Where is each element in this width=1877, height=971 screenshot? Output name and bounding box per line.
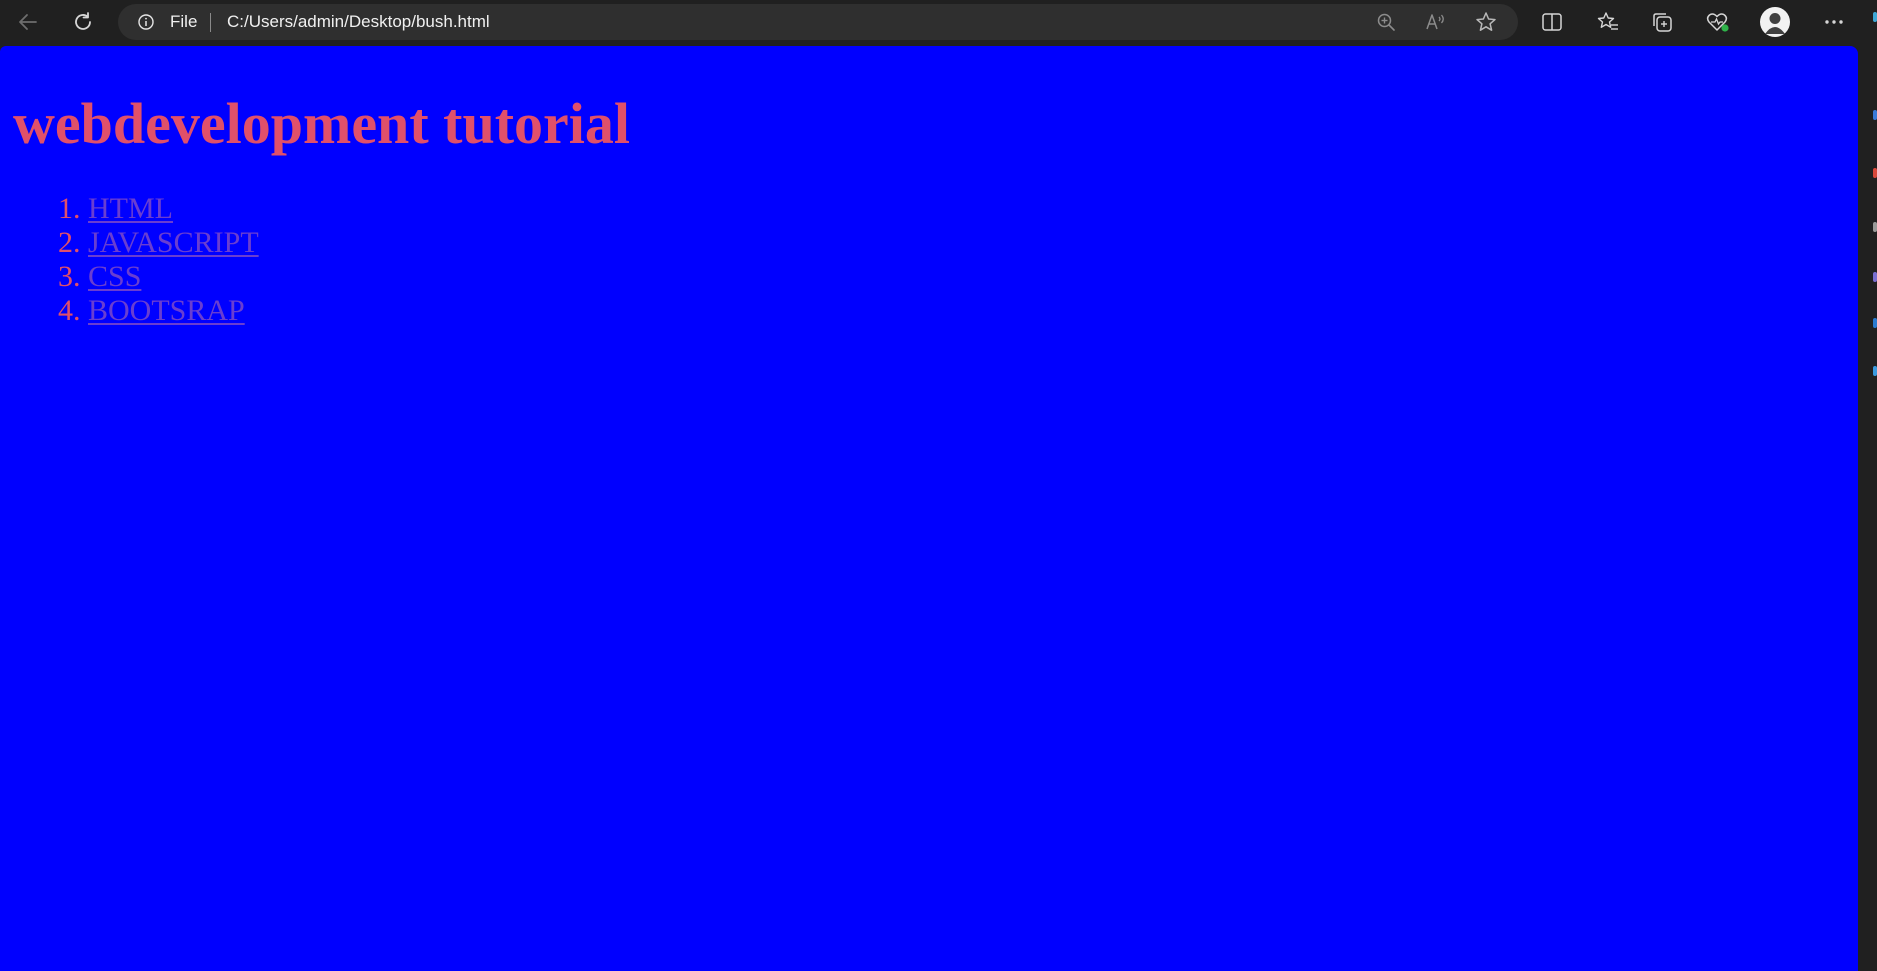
star-icon <box>1476 12 1496 31</box>
sidebar-office-icon[interactable] <box>1873 318 1877 328</box>
page-viewport: webdevelopment tutorial HTML JAVASCRIPT … <box>0 46 1858 971</box>
more-options-button[interactable] <box>1818 6 1850 38</box>
list-item: HTML <box>88 192 259 226</box>
more-options-icon <box>1825 20 1843 24</box>
read-aloud-icon <box>1426 14 1444 30</box>
browser-toolbar: File C:/Users/admin/Desktop/bush.html <box>0 0 1877 44</box>
address-divider <box>210 13 211 32</box>
link-html[interactable]: HTML <box>88 192 173 225</box>
sidebar-games-icon[interactable] <box>1873 272 1877 282</box>
sidebar-copilot-icon[interactable] <box>1873 12 1877 22</box>
profile-avatar-icon <box>1765 13 1785 34</box>
page-title: webdevelopment tutorial <box>13 91 630 156</box>
link-css[interactable]: CSS <box>88 260 141 293</box>
address-url-text[interactable]: C:/Users/admin/Desktop/bush.html <box>227 13 490 31</box>
address-bar[interactable]: File C:/Users/admin/Desktop/bush.html <box>118 4 1518 40</box>
zoom-button[interactable] <box>1374 10 1398 34</box>
sidebar-shopping-icon[interactable] <box>1873 168 1877 178</box>
list-item: BOOTSRAP <box>88 294 259 328</box>
sidebar-outlook-icon[interactable] <box>1873 366 1877 376</box>
edge-sidebar-strip <box>1858 46 1877 971</box>
reload-button[interactable] <box>67 6 99 38</box>
address-scheme-label: File <box>170 12 198 31</box>
favorites-list-icon <box>1597 12 1618 30</box>
info-icon[interactable] <box>138 14 154 30</box>
link-javascript[interactable]: JAVASCRIPT <box>88 226 259 259</box>
profile-avatar[interactable] <box>1760 7 1790 37</box>
zoom-in-icon <box>1377 13 1395 31</box>
split-screen-icon <box>1542 13 1562 31</box>
read-aloud-button[interactable] <box>1424 10 1448 34</box>
back-arrow-icon <box>19 14 37 30</box>
favorite-button[interactable] <box>1474 10 1498 34</box>
browser-essentials-button[interactable] <box>1702 6 1734 38</box>
list-item: JAVASCRIPT <box>88 226 259 260</box>
link-bootstrap[interactable]: BOOTSRAP <box>88 294 245 327</box>
split-screen-button[interactable] <box>1536 6 1568 38</box>
back-button[interactable] <box>12 6 44 38</box>
favorites-button[interactable] <box>1592 6 1624 38</box>
reload-icon <box>75 12 91 30</box>
sidebar-search-icon[interactable] <box>1873 110 1877 120</box>
browser-window: File C:/Users/admin/Desktop/bush.html we… <box>0 0 1877 971</box>
collections-icon <box>1653 13 1672 32</box>
tutorial-link-list: HTML JAVASCRIPT CSS BOOTSRAP <box>0 192 259 328</box>
collections-button[interactable] <box>1646 6 1678 38</box>
sidebar-tools-icon[interactable] <box>1873 222 1877 232</box>
browser-essentials-icon <box>1706 13 1729 32</box>
list-item: CSS <box>88 260 259 294</box>
